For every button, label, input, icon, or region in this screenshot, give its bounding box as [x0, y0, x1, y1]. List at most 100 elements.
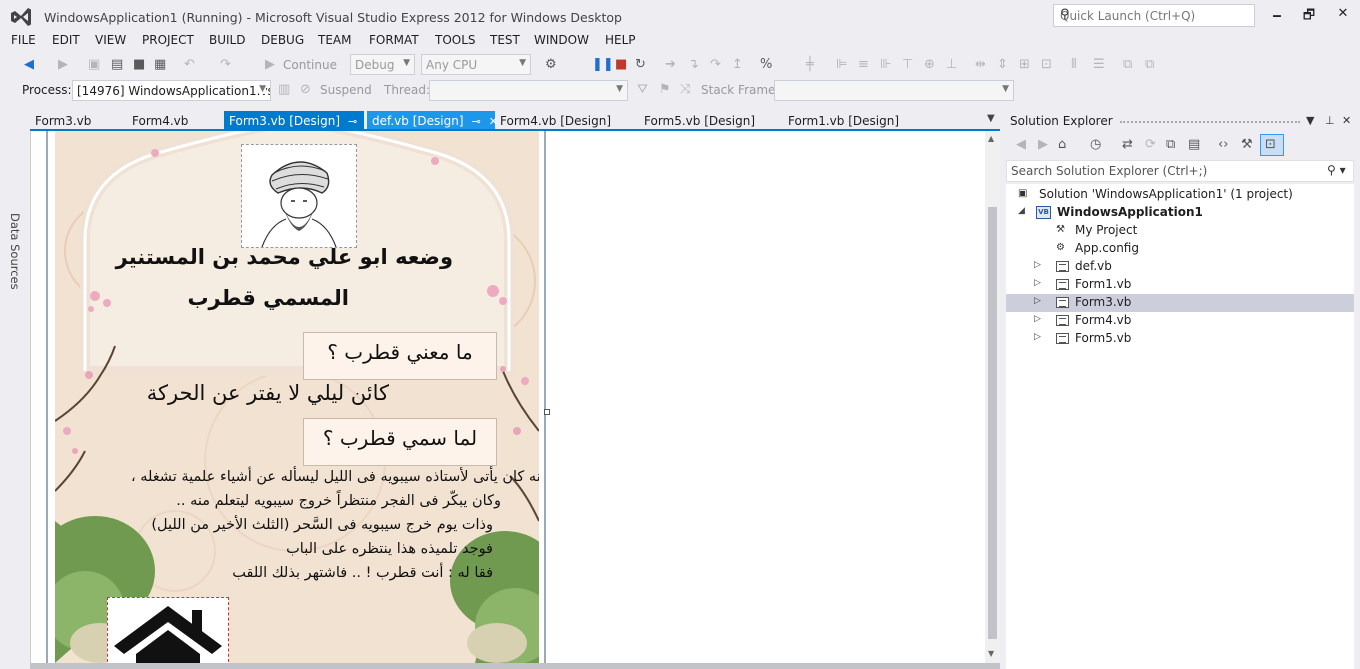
- layout-icon[interactable]: ╪: [806, 57, 814, 72]
- step-over-icon[interactable]: ↷: [710, 57, 721, 72]
- pin-icon[interactable]: ⊸: [472, 115, 481, 128]
- navigate-back-icon[interactable]: ◀: [24, 57, 34, 72]
- horizontal-spacing-icon[interactable]: ⦀: [1071, 57, 1077, 72]
- close-icon[interactable]: ✕: [1342, 114, 1351, 127]
- tree-item-solution[interactable]: ▣ Solution 'WindowsApplication1' (1 proj…: [1006, 186, 1354, 204]
- new-project-icon[interactable]: ▣: [88, 57, 100, 72]
- tree-item-my-project[interactable]: ⚒ My Project: [1006, 222, 1354, 240]
- continue-icon[interactable]: ▶: [265, 57, 275, 72]
- vertical-spacing-icon[interactable]: ☰: [1093, 57, 1105, 72]
- align-middle-icon[interactable]: ⊕: [924, 57, 935, 72]
- toggle-call-stack-icon[interactable]: ⤨: [680, 82, 690, 97]
- tree-item-form4-vb[interactable]: ▷ Form4.vb: [1006, 312, 1354, 330]
- suspend-button[interactable]: Suspend: [320, 83, 372, 97]
- make-same-width-icon[interactable]: ⇹: [975, 57, 986, 72]
- panel-grip[interactable]: [1120, 121, 1300, 124]
- scroll-down-icon[interactable]: ▼: [988, 649, 994, 658]
- menu-tools[interactable]: TOOLS: [435, 33, 476, 47]
- view-code-icon[interactable]: ‹›: [1218, 137, 1228, 152]
- collapse-all-icon[interactable]: ⧉: [1166, 137, 1175, 152]
- size-to-grid-icon[interactable]: ⊡: [1041, 57, 1052, 72]
- menu-help[interactable]: HELP: [605, 33, 636, 47]
- menu-edit[interactable]: EDIT: [52, 33, 80, 47]
- make-same-size-icon[interactable]: ⊞: [1019, 57, 1030, 72]
- tab-form3-design[interactable]: Form3.vb [Design]⊸✕: [224, 111, 374, 131]
- forward-icon[interactable]: ▶: [1038, 137, 1048, 152]
- expand-arrow-icon[interactable]: ▷: [1034, 296, 1041, 306]
- why-named-button[interactable]: لما سمي قطرب ؟: [303, 418, 497, 466]
- align-top-icon[interactable]: ⊤: [902, 57, 913, 72]
- sync-with-active-document-icon[interactable]: ⇄: [1122, 137, 1133, 152]
- portrait-picturebox[interactable]: [241, 144, 357, 248]
- view-designer-button[interactable]: ⊡: [1260, 134, 1284, 156]
- align-left-icon[interactable]: ⊫: [836, 57, 847, 72]
- back-icon[interactable]: ◀: [1016, 137, 1026, 152]
- tab-overflow-dropdown-icon[interactable]: ▼: [987, 113, 995, 124]
- align-bottom-icon[interactable]: ⊥: [946, 57, 957, 72]
- quick-launch-input[interactable]: Quick Launch (Ctrl+Q) ⚲: [1053, 4, 1255, 27]
- flag-icon[interactable]: ⚑: [659, 82, 671, 97]
- tree-item-form1-vb[interactable]: ▷ Form1.vb: [1006, 276, 1354, 294]
- filter-icon[interactable]: ⛛: [637, 82, 648, 97]
- restore-button[interactable]: 🗗: [1294, 6, 1324, 26]
- solution-explorer-search-input[interactable]: Search Solution Explorer (Ctrl+;) ⚲ ▾: [1006, 160, 1354, 182]
- restart-icon[interactable]: ↻: [635, 57, 646, 72]
- platform-dropdown[interactable]: Any CPU ▼: [421, 54, 531, 75]
- expand-arrow-icon[interactable]: ▷: [1034, 260, 1041, 270]
- lifecycle-events-icon[interactable]: ▥: [278, 82, 290, 97]
- menu-debug[interactable]: DEBUG: [261, 33, 304, 47]
- break-all-icon[interactable]: ❚❚: [592, 57, 614, 72]
- home-icon[interactable]: ⌂: [1058, 137, 1066, 152]
- configuration-dropdown[interactable]: Debug ▼: [350, 54, 415, 75]
- suspend-icon[interactable]: ⊘: [300, 82, 311, 97]
- continue-button[interactable]: Continue: [283, 58, 337, 72]
- step-out-icon[interactable]: ↥: [732, 57, 743, 72]
- tab-form4-design[interactable]: Form4.vb [Design]: [495, 111, 616, 131]
- stop-debugging-icon[interactable]: ■: [615, 57, 627, 72]
- tree-item-app-config[interactable]: ⚙ App.config: [1006, 240, 1354, 258]
- tree-item-form5-vb[interactable]: ▷ Form5.vb: [1006, 330, 1354, 348]
- tab-form4-code[interactable]: Form4.vb: [127, 111, 193, 131]
- open-file-icon[interactable]: ▤: [111, 57, 123, 72]
- window-position-dropdown-icon[interactable]: ▼: [1306, 114, 1314, 127]
- align-right-icon[interactable]: ⊪: [880, 57, 891, 72]
- tab-form5-design[interactable]: Form5.vb [Design]: [639, 111, 760, 131]
- editor-vertical-scrollbar[interactable]: ▲ ▼: [985, 131, 1000, 663]
- menu-file[interactable]: FILE: [11, 33, 36, 47]
- menu-window[interactable]: WINDOW: [534, 33, 589, 47]
- properties-wrench-icon[interactable]: ⚒: [1241, 137, 1253, 152]
- tree-item-def-vb[interactable]: ▷ def.vb: [1006, 258, 1354, 276]
- navigate-forward-icon[interactable]: ▶: [58, 57, 68, 72]
- pin-icon[interactable]: ⊸: [348, 115, 357, 128]
- menu-view[interactable]: VIEW: [95, 33, 126, 47]
- tree-item-form3-vb[interactable]: ▷ Form3.vb: [1006, 294, 1354, 312]
- refresh-icon[interactable]: ⟳: [1145, 137, 1156, 152]
- show-all-files-icon[interactable]: ▤: [1188, 137, 1200, 152]
- collapse-arrow-icon[interactable]: ◢: [1018, 206, 1025, 216]
- pending-changes-filter-icon[interactable]: ◷: [1090, 137, 1101, 152]
- form3-design-preview[interactable]: وضعه ابو علي محمد بن المستنير المسمي قطر…: [55, 131, 539, 663]
- data-sources-side-tab[interactable]: Data Sources: [0, 103, 30, 669]
- menu-test[interactable]: TEST: [490, 33, 520, 47]
- auto-hide-pin-icon[interactable]: ⊥: [1325, 114, 1335, 127]
- meaning-button[interactable]: ما معني قطرب ؟: [303, 332, 497, 380]
- hex-display-icon[interactable]: %: [760, 57, 772, 72]
- menu-format[interactable]: FORMAT: [369, 33, 419, 47]
- expand-arrow-icon[interactable]: ▷: [1034, 332, 1041, 342]
- send-to-back-icon[interactable]: ⧉: [1145, 57, 1154, 72]
- tree-item-project[interactable]: ◢ VB WindowsApplication1: [1006, 204, 1354, 222]
- tab-def-design[interactable]: def.vb [Design] ⊸ ✕: [367, 111, 498, 131]
- show-next-statement-icon[interactable]: ➔: [665, 57, 676, 72]
- menu-project[interactable]: PROJECT: [142, 33, 194, 47]
- save-all-icon[interactable]: ▦: [154, 57, 166, 72]
- minimize-button[interactable]: 🗕: [1262, 6, 1292, 26]
- attach-process-icon[interactable]: ⚙: [545, 57, 557, 72]
- undo-icon[interactable]: ↶: [184, 57, 195, 72]
- tab-form1-design[interactable]: Form1.vb [Design]: [783, 111, 904, 131]
- close-button[interactable]: ✕: [1328, 6, 1358, 26]
- bring-to-front-icon[interactable]: ⧉: [1123, 57, 1132, 72]
- tab-form3-code[interactable]: Form3.vb: [30, 111, 96, 131]
- make-same-height-icon[interactable]: ⇕: [997, 57, 1008, 72]
- step-into-icon[interactable]: ↴: [688, 57, 699, 72]
- align-center-icon[interactable]: ≡: [858, 57, 869, 72]
